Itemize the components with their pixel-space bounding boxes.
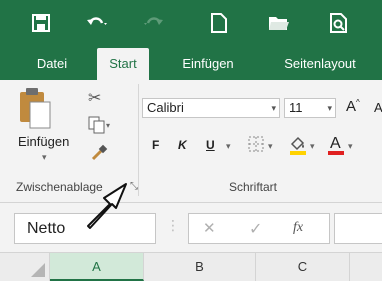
grow-font-button[interactable]: A^ bbox=[346, 98, 360, 115]
font-group-label: Schriftart bbox=[229, 180, 278, 194]
fill-color-dropdown-arrow[interactable]: ▾ bbox=[310, 141, 315, 152]
underline-dropdown-arrow[interactable]: ▾ bbox=[226, 141, 231, 152]
ribbon: Einfügen ▾ ✂ ▾ Zwischenablage ⤡ Calibri … bbox=[0, 80, 382, 203]
new-document-icon[interactable] bbox=[206, 10, 232, 36]
title-bar bbox=[0, 0, 382, 48]
borders-icon[interactable] bbox=[248, 136, 264, 157]
tab-page-layout[interactable]: Seitenlayout bbox=[262, 48, 378, 80]
tab-file[interactable]: Datei bbox=[28, 48, 76, 80]
column-header-c[interactable]: C bbox=[256, 253, 350, 281]
svg-text:▾: ▾ bbox=[106, 121, 110, 130]
clipboard-launcher-icon[interactable]: ⤡ bbox=[130, 181, 138, 192]
paste-label[interactable]: Einfügen bbox=[18, 134, 69, 149]
underline-button[interactable]: U bbox=[206, 138, 215, 152]
chevron-down-icon: ▾ bbox=[327, 103, 332, 113]
chevron-down-icon: ▾ bbox=[271, 103, 276, 113]
borders-dropdown-arrow[interactable]: ▾ bbox=[268, 141, 273, 152]
cancel-icon[interactable]: ✕ bbox=[203, 219, 216, 237]
save-icon[interactable] bbox=[28, 10, 54, 36]
bold-button[interactable]: F bbox=[152, 138, 159, 152]
formula-bar: Netto ⋮ ✕ ✓ fx bbox=[0, 203, 382, 252]
font-color-dropdown-arrow[interactable]: ▾ bbox=[348, 141, 353, 152]
tab-home[interactable]: Start bbox=[97, 48, 149, 80]
font-size-value: 11 bbox=[289, 100, 303, 115]
cut-icon[interactable]: ✂ bbox=[88, 88, 101, 108]
column-header-row: A B C bbox=[0, 252, 382, 281]
svg-text:A: A bbox=[330, 135, 341, 152]
paste-icon[interactable] bbox=[16, 86, 54, 130]
font-color-icon[interactable]: A bbox=[326, 132, 346, 161]
group-separator bbox=[138, 84, 139, 196]
formula-bar-grip: ⋮ bbox=[166, 217, 180, 233]
grow-font-label: A bbox=[346, 98, 357, 115]
column-header-next[interactable] bbox=[350, 253, 382, 281]
font-size-dropdown[interactable]: 11 ▾ bbox=[284, 98, 336, 118]
font-name-dropdown[interactable]: Calibri ▾ bbox=[142, 98, 280, 118]
open-folder-icon[interactable] bbox=[266, 10, 292, 36]
format-painter-icon[interactable] bbox=[90, 144, 108, 167]
paste-dropdown-arrow[interactable]: ▾ bbox=[42, 152, 47, 163]
enter-icon[interactable]: ✓ bbox=[249, 219, 262, 239]
copy-icon[interactable]: ▾ bbox=[88, 116, 110, 139]
column-header-a[interactable]: A bbox=[50, 253, 144, 281]
ribbon-tab-bar: Datei Start Einfügen Seitenlayout bbox=[0, 48, 382, 80]
fill-color-icon[interactable] bbox=[288, 134, 308, 161]
select-all-corner[interactable] bbox=[0, 253, 50, 281]
print-preview-icon[interactable] bbox=[326, 10, 352, 36]
formula-input[interactable] bbox=[334, 213, 382, 244]
column-header-b[interactable]: B bbox=[144, 253, 256, 281]
redo-icon bbox=[140, 10, 166, 36]
font-name-value: Calibri bbox=[147, 100, 184, 115]
italic-button[interactable]: K bbox=[178, 138, 187, 152]
formula-buttons: ✕ ✓ fx bbox=[188, 213, 330, 244]
insert-function-icon[interactable]: fx bbox=[293, 220, 303, 236]
name-box[interactable]: Netto bbox=[14, 213, 156, 244]
undo-icon[interactable] bbox=[84, 10, 110, 36]
shrink-font-button[interactable]: A bbox=[374, 100, 382, 115]
tab-insert[interactable]: Einfügen bbox=[166, 48, 250, 80]
clipboard-group-label: Zwischenablage bbox=[16, 180, 103, 194]
